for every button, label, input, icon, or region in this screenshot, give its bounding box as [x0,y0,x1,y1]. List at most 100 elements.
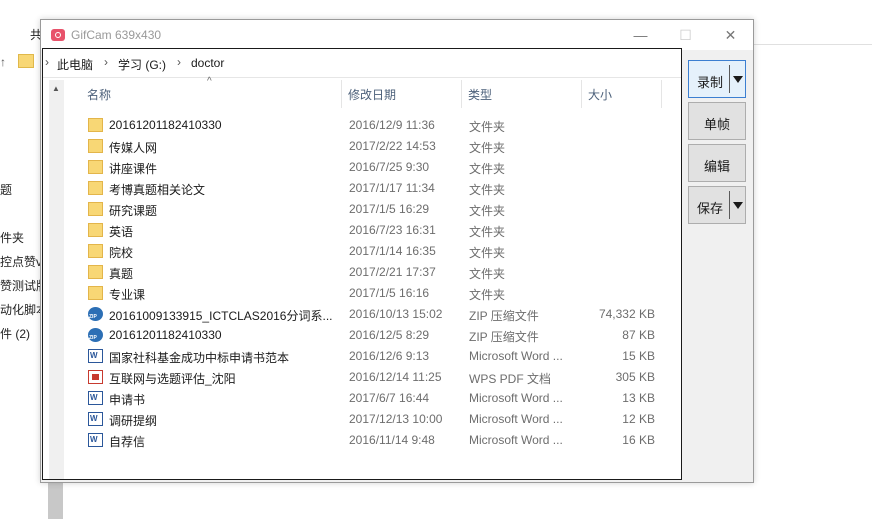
file-row[interactable]: 英语 2016/7/23 16:31 文件夹 [83,220,663,241]
file-name: 20161201182410330 [109,118,222,132]
folder-icon [88,265,103,279]
chevron-right-icon[interactable]: › [45,55,49,69]
edit-button[interactable]: 编辑 [688,144,746,182]
file-row[interactable]: 专业课 2017/1/5 16:16 文件夹 [83,283,663,304]
file-size: 16 KB [622,433,655,447]
column-header-size[interactable]: 大小 [588,86,612,103]
file-type: 文件夹 [469,267,506,281]
file-modified-date: 2017/1/17 11:34 [349,181,435,195]
background-nav-item[interactable]: 件夹 [0,229,40,246]
file-row[interactable]: 20161201182410330 2016/12/5 8:29 ZIP 压缩文件 8… [83,325,663,346]
breadcrumb-drive[interactable]: 学习 (G:) [118,56,166,73]
file-row[interactable]: 互联网与选题评估_沈阳 2016/12/14 11:25 WPS PDF 文档 305… [83,367,663,388]
close-icon[interactable]: ✕ [708,20,753,50]
file-row[interactable]: 院校 2017/1/14 16:35 文件夹 [83,241,663,262]
file-modified-date: 2017/1/5 16:16 [349,286,430,300]
background-nav-item[interactable]: 题 [0,181,40,198]
gifcam-title: GifCam 639x430 [71,28,162,42]
gifcam-app-icon [51,29,65,41]
file-row[interactable]: 真题 2017/2/21 17:37 文件夹 [83,262,663,283]
file-type: 文件夹 [469,246,506,260]
file-row[interactable]: 国家社科基金成功中标申请书范本 2016/12/6 9:13 Microsoft W… [83,346,663,367]
background-divider [752,44,872,45]
file-type: 文件夹 [469,141,506,155]
file-type: Microsoft Word ... [469,349,563,363]
file-type: Microsoft Word ... [469,391,563,405]
file-size: 74,332 KB [598,307,655,321]
file-type: ZIP 压缩文件 [469,309,539,323]
single-frame-button[interactable]: 单帧 [688,102,746,140]
column-header-name[interactable]: 名称 [87,86,111,103]
gifcam-titlebar[interactable]: GifCam 639x430 — ☐ ✕ [41,20,753,50]
single-frame-button-label: 单帧 [703,117,730,132]
file-row[interactable]: 调研提纲 2017/12/13 10:00 Microsoft Word ... 12… [83,409,663,430]
file-modified-date: 2017/2/21 17:37 [349,265,436,279]
word-document-icon [88,349,103,363]
background-nav-item[interactable]: 件 (2) [0,325,40,342]
file-type: 文件夹 [469,183,506,197]
file-name: 真题 [109,267,134,281]
file-type: Microsoft Word ... [469,412,563,426]
maximize-icon[interactable]: ☐ [663,20,708,50]
file-name: 院校 [109,246,134,260]
file-row[interactable]: 20161009133915_ICTCLAS2016分词系... 2016/10/… [83,304,663,325]
column-divider[interactable] [581,80,582,108]
column-header-modified[interactable]: 修改日期 [348,86,396,103]
pin-icon[interactable]: ↑ [0,55,6,69]
folder-icon [18,54,34,68]
pdf-icon [88,370,103,384]
background-nav-item[interactable]: 赞测试版: [0,277,40,294]
file-modified-date: 2017/1/5 16:29 [349,202,430,216]
save-dropdown-divider [729,191,730,219]
file-row[interactable]: 研究课题 2017/1/5 16:29 文件夹 [83,199,663,220]
record-dropdown-icon[interactable] [733,76,743,83]
file-type: Microsoft Word ... [469,433,563,447]
file-type: 文件夹 [469,120,506,134]
file-list: ▲ ^ 名称 修改日期 类型 大小 20161201182410330 2016/… [43,76,681,479]
file-name: 调研提纲 [109,414,158,428]
scroll-up-icon[interactable]: ▲ [52,84,60,93]
save-dropdown-icon[interactable] [733,202,743,209]
word-document-icon [88,433,103,447]
chevron-right-icon[interactable]: › [177,55,181,69]
nav-pane-scrollbar[interactable] [49,80,64,479]
file-row[interactable]: 讲座课件 2016/7/25 9:30 文件夹 [83,157,663,178]
file-row[interactable]: 自荐信 2016/11/14 9:48 Microsoft Word ... 16 K… [83,430,663,451]
file-name: 自荐信 [109,435,146,449]
background-nav-item[interactable]: 控点赞vi [0,253,40,270]
file-modified-date: 2016/12/14 11:25 [349,370,442,384]
file-modified-date: 2017/6/7 16:44 [349,391,430,405]
folder-icon [88,286,103,300]
folder-icon [88,223,103,237]
column-divider[interactable] [661,80,662,108]
minimize-icon[interactable]: — [618,20,663,50]
file-name: 国家社科基金成功中标申请书范本 [109,351,290,365]
file-row[interactable]: 申请书 2017/6/7 16:44 Microsoft Word ... 13 KB [83,388,663,409]
file-type: WPS PDF 文档 [469,372,552,386]
file-modified-date: 2017/2/22 14:53 [349,139,436,153]
column-divider[interactable] [341,80,342,108]
column-divider[interactable] [461,80,462,108]
folder-icon [88,139,103,153]
breadcrumb-folder[interactable]: doctor [191,56,224,70]
file-row[interactable]: 传媒人网 2017/2/22 14:53 文件夹 [83,136,663,157]
background-nav-item[interactable]: 动化脚本 [0,301,40,318]
file-name: 专业课 [109,288,146,302]
file-modified-date: 2016/7/25 9:30 [349,160,430,174]
breadcrumb-this-pc[interactable]: 此电脑 [57,56,93,73]
column-header-type[interactable]: 类型 [468,86,492,103]
file-modified-date: 2016/7/23 16:31 [349,223,436,237]
save-button[interactable]: 保存 [688,186,746,224]
file-row[interactable]: 考博真题相关论文 2017/1/17 11:34 文件夹 [83,178,663,199]
address-bar[interactable]: › 此电脑 › 学习 (G:) › doctor [43,49,681,78]
zip-icon [88,328,103,342]
file-modified-date: 2016/12/5 8:29 [349,328,430,342]
file-name: 研究课题 [109,204,158,218]
record-button[interactable]: 录制 [688,60,746,98]
word-document-icon [88,412,103,426]
file-type: ZIP 压缩文件 [469,330,539,344]
capture-frame[interactable]: › 此电脑 › 学习 (G:) › doctor ▲ ^ 名称 修改日期 类型 … [42,48,682,480]
chevron-right-icon[interactable]: › [104,55,108,69]
file-row[interactable]: 20161201182410330 2016/12/9 11:36 文件夹 [83,115,663,136]
file-modified-date: 2016/12/6 9:13 [349,349,430,363]
